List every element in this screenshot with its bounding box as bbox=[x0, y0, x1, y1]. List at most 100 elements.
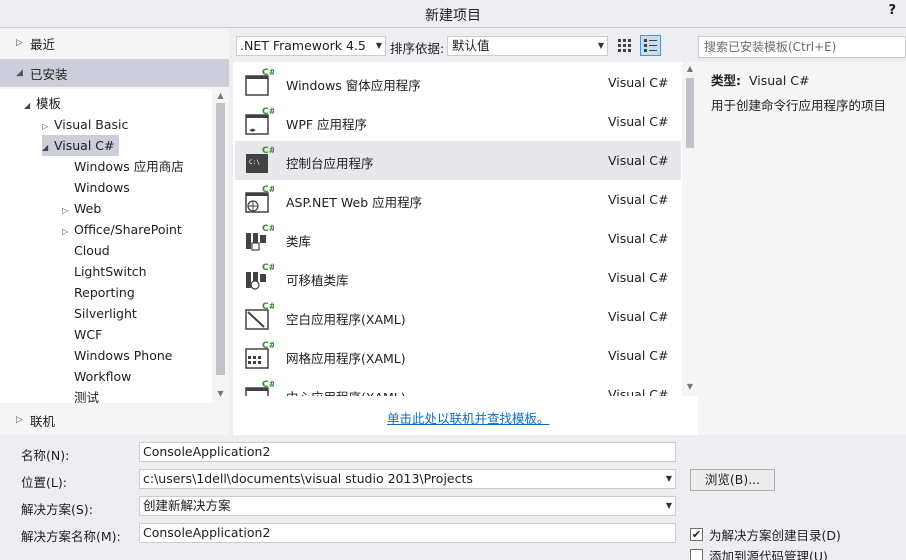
tree-item-test[interactable]: 测试 bbox=[74, 387, 99, 403]
solution-name-input[interactable]: ConsoleApplication2 bbox=[139, 523, 676, 543]
nav-installed-label: 已安装 bbox=[30, 66, 68, 82]
template-name: 控制台应用程序 bbox=[286, 156, 374, 171]
svg-text:C#: C# bbox=[262, 341, 274, 351]
tree-item-windows-phone[interactable]: Windows Phone bbox=[74, 345, 173, 366]
source-control-checkbox-row[interactable]: 添加到源代码管理(U) bbox=[690, 546, 828, 560]
name-input[interactable]: ConsoleApplication2 bbox=[139, 442, 676, 462]
tree-item-workflow[interactable]: Workflow bbox=[74, 366, 131, 387]
template-language: Visual C# bbox=[608, 348, 669, 363]
framework-dropdown[interactable]: .NET Framework 4.5 ▼ bbox=[236, 36, 386, 56]
tree-item-silverlight[interactable]: Silverlight bbox=[74, 303, 137, 324]
template-list-scrollbar[interactable]: ▲ ▼ bbox=[682, 62, 698, 396]
template-name: 空白应用程序(XAML) bbox=[286, 312, 406, 327]
tree-item-label: WCF bbox=[74, 327, 103, 342]
tree-item-label: Visual Basic bbox=[54, 117, 129, 132]
solution-name-label: 解决方案名称(M): bbox=[21, 529, 121, 544]
nav-recent[interactable]: ▷ 最近 bbox=[0, 29, 229, 57]
scroll-thumb[interactable] bbox=[686, 78, 694, 148]
template-name: 网格应用程序(XAML) bbox=[286, 351, 406, 366]
tree-item-label: LightSwitch bbox=[74, 264, 147, 279]
scroll-thumb[interactable] bbox=[216, 103, 225, 375]
collapse-icon[interactable]: ◢ bbox=[42, 137, 54, 158]
template-item-hub-app[interactable]: C# 中心应用程序(XAML) Visual C# bbox=[235, 375, 681, 396]
framework-value: .NET Framework 4.5 bbox=[240, 38, 366, 53]
template-item-blank-app[interactable]: C# 空白应用程序(XAML) Visual C# bbox=[235, 297, 681, 336]
chevron-down-icon: ▼ bbox=[375, 41, 382, 50]
template-item-grid-app[interactable]: C# 网格应用程序(XAML) Visual C# bbox=[235, 336, 681, 375]
scroll-up-icon[interactable]: ▲ bbox=[682, 64, 698, 73]
nav-online-label: 联机 bbox=[30, 413, 56, 429]
tree-item-cloud[interactable]: Cloud bbox=[74, 240, 110, 261]
tree-item-office-sharepoint[interactable]: ▷ Office/SharePoint bbox=[62, 219, 182, 240]
tree-item-label: Silverlight bbox=[74, 306, 137, 321]
description-panel: 类型: Visual C# 用于创建命令行应用程序的项目 bbox=[698, 62, 906, 435]
source-control-checkbox[interactable] bbox=[690, 549, 703, 560]
template-language: Visual C# bbox=[608, 153, 669, 168]
svg-text:C#: C# bbox=[262, 263, 274, 273]
location-combo[interactable]: c:\users\1dell\documents\visual studio 2… bbox=[139, 469, 676, 489]
online-templates-link[interactable]: 单击此处以联机并查找模板。 bbox=[387, 408, 550, 427]
help-button[interactable]: ? bbox=[888, 3, 896, 18]
description-type: 类型: Visual C# bbox=[711, 70, 810, 89]
svg-text:C#: C# bbox=[262, 302, 274, 312]
browse-button[interactable]: 浏览(B)... bbox=[690, 469, 775, 491]
tree-item-label: Web bbox=[74, 201, 102, 216]
tree-item-lightswitch[interactable]: LightSwitch bbox=[74, 261, 147, 282]
template-language: Visual C# bbox=[608, 270, 669, 285]
hub-app-icon: C# bbox=[245, 380, 274, 396]
svg-text:◂▸: ◂▸ bbox=[249, 126, 257, 134]
tree-item-windows[interactable]: Windows bbox=[74, 177, 130, 198]
template-item-windows-forms[interactable]: C# Windows 窗体应用程序 Visual C# bbox=[235, 63, 681, 102]
tree-item-templates[interactable]: ◢ 模板 bbox=[24, 93, 61, 114]
tree-item-web[interactable]: ▷ Web bbox=[62, 198, 101, 219]
template-item-console[interactable]: C:\ C# 控制台应用程序 Visual C# bbox=[235, 141, 681, 180]
scroll-down-icon[interactable]: ▼ bbox=[682, 382, 698, 391]
solution-dropdown[interactable]: 创建新解决方案 ▼ bbox=[139, 496, 676, 516]
chevron-down-icon: ▼ bbox=[597, 41, 604, 50]
tree-item-visual-csharp[interactable]: ◢ Visual C# bbox=[42, 135, 119, 156]
template-name: WPF 应用程序 bbox=[286, 117, 368, 132]
tree-item-windows-store[interactable]: Windows 应用商店 bbox=[74, 156, 184, 177]
expand-icon[interactable]: ▷ bbox=[62, 221, 74, 242]
portable-library-icon: C# bbox=[246, 263, 274, 290]
create-directory-checkbox[interactable]: ✔ bbox=[690, 528, 703, 541]
svg-text:C#: C# bbox=[262, 146, 274, 156]
medium-icons-view-button[interactable] bbox=[640, 35, 661, 56]
console-icon: C:\ C# bbox=[246, 146, 274, 173]
search-input[interactable]: 搜索已安装模板(Ctrl+E) bbox=[698, 36, 906, 58]
template-language: Visual C# bbox=[608, 75, 669, 90]
expand-icon: ▷ bbox=[16, 38, 23, 48]
tree-item-label: Windows Phone bbox=[74, 348, 173, 363]
template-language: Visual C# bbox=[608, 192, 669, 207]
expand-icon[interactable]: ▷ bbox=[62, 200, 74, 221]
solution-value: 创建新解决方案 bbox=[143, 498, 231, 513]
template-item-class-library[interactable]: C# 类库 Visual C# bbox=[235, 219, 681, 258]
template-item-aspnet[interactable]: C# ASP.NET Web 应用程序 Visual C# bbox=[235, 180, 681, 219]
tree-item-visual-basic[interactable]: ▷ Visual Basic bbox=[42, 114, 128, 135]
template-list: C# Windows 窗体应用程序 Visual C# ◂▸ C# WPF 应用… bbox=[233, 62, 698, 435]
grid-view-icon bbox=[618, 39, 631, 52]
small-icons-view-button[interactable] bbox=[614, 35, 635, 56]
collapse-icon: ◢ bbox=[16, 68, 23, 78]
tree-scrollbar[interactable]: ▲ ▼ bbox=[212, 89, 229, 403]
left-nav-panel: ▷ 最近 ◢ 已安装 ◢ 模板 ▷ Visual Basic ◢ Visual C# … bbox=[0, 29, 229, 435]
tree-item-label: Reporting bbox=[74, 285, 135, 300]
expand-icon: ▷ bbox=[16, 415, 23, 425]
scroll-up-icon[interactable]: ▲ bbox=[212, 91, 229, 100]
blank-app-icon: C# bbox=[245, 302, 274, 330]
template-item-portable-library[interactable]: C# 可移植类库 Visual C# bbox=[235, 258, 681, 297]
nav-installed[interactable]: ◢ 已安装 bbox=[0, 59, 229, 87]
scroll-down-icon[interactable]: ▼ bbox=[212, 389, 229, 398]
tree-item-wcf[interactable]: WCF bbox=[74, 324, 102, 345]
collapse-icon[interactable]: ◢ bbox=[24, 95, 36, 116]
tree-item-reporting[interactable]: Reporting bbox=[74, 282, 135, 303]
template-item-wpf[interactable]: ◂▸ C# WPF 应用程序 Visual C# bbox=[235, 102, 681, 141]
tree-item-label: 模板 bbox=[36, 96, 62, 111]
dialog-title: 新建项目 bbox=[425, 8, 481, 24]
sort-dropdown[interactable]: 默认值 ▼ bbox=[447, 36, 608, 56]
title-bar: 新建项目 ? bbox=[0, 0, 906, 28]
template-tree: ◢ 模板 ▷ Visual Basic ◢ Visual C# Windows 应用商… bbox=[0, 89, 229, 403]
create-directory-checkbox-row[interactable]: ✔ 为解决方案创建目录(D) bbox=[690, 525, 841, 544]
expand-icon[interactable]: ▷ bbox=[42, 116, 54, 137]
nav-online[interactable]: ▷ 联机 bbox=[0, 406, 229, 434]
